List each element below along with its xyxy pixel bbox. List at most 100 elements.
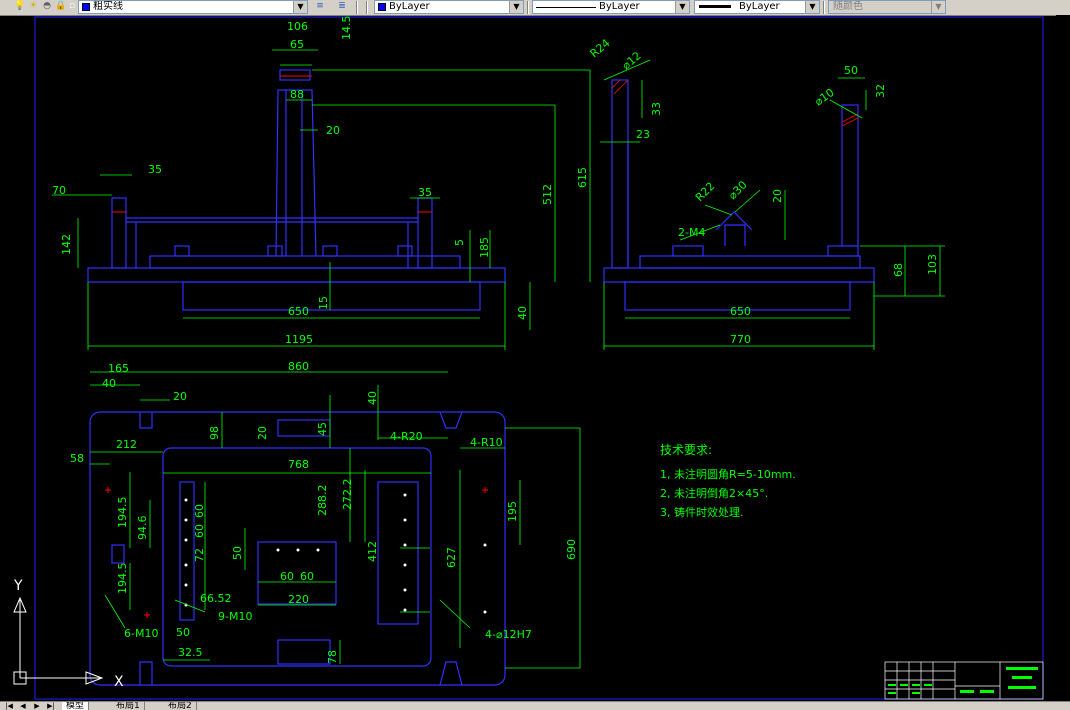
technical-requirements: 技术要求: 1, 未注明圆角R=5-10mm. 2, 未注明倒角2×45°. 3…: [660, 443, 796, 519]
dim-text: 4-R10: [470, 436, 503, 449]
toolbar-separator: [823, 1, 825, 14]
model-space-canvas[interactable]: 106 65 14.5 88 20 35 70 142 35 5 185 512…: [0, 15, 1070, 701]
lineweight-sample: [699, 5, 731, 8]
ucs-y-label: Y: [13, 578, 23, 594]
toolbar-separator: [356, 1, 358, 14]
plot-icon[interactable]: ▫: [67, 1, 77, 12]
layer-dropdown[interactable]: 粗实线 ▼: [78, 0, 308, 14]
dim-text: 40: [366, 391, 379, 405]
dim-text: 106: [287, 20, 308, 33]
linetype-control-dropdown[interactable]: ByLayer ▼: [532, 0, 690, 14]
dim-text: 72: [193, 548, 206, 562]
dim-text: 68: [892, 263, 905, 277]
dim-text: 9-M10: [218, 610, 252, 623]
dim-text: 40: [516, 306, 529, 320]
dim-text: 32.5: [178, 646, 203, 659]
dim-text: 20: [326, 124, 340, 137]
tech-requirements-title: 技术要求:: [660, 443, 712, 457]
front-view-section-lines: [112, 75, 432, 213]
dim-text: 14.5: [340, 16, 353, 41]
dim-text: 615: [576, 167, 589, 188]
dim-text: 165: [108, 362, 129, 375]
dim-text: 194.5: [116, 497, 129, 529]
toolbar-separator: [366, 1, 368, 14]
tech-requirement-item: 1, 未注明圆角R=5-10mm.: [660, 467, 796, 481]
dim-text: 60: [280, 570, 294, 583]
lock-icon[interactable]: 🔒: [55, 1, 66, 12]
dim-text: 2-M4: [678, 226, 705, 239]
dim-text: 20: [771, 189, 784, 203]
dim-text: 15: [317, 296, 330, 310]
dim-text: 94.6: [136, 516, 149, 541]
dim-text: 4-R20: [390, 430, 423, 443]
dim-text: 33: [650, 102, 663, 116]
make-current-layer-icon[interactable]: ≡: [312, 1, 328, 12]
freeze-sun-icon[interactable]: ☀: [28, 1, 38, 12]
dim-text: 60: [300, 570, 314, 583]
linetype-control-value: ByLayer: [599, 1, 640, 12]
layer-on-bulb-icon[interactable]: 💡: [14, 1, 25, 12]
plotstyle-control-dropdown[interactable]: 随颜色 ▼: [828, 0, 946, 14]
dim-text: 627: [445, 547, 458, 568]
dim-text: 512: [541, 184, 554, 205]
side-view-dimension-texts: R24 ⌀12 33 23 50 32 ⌀10 R22 ⌀30 20 2-M4 …: [588, 36, 939, 346]
properties-toolbar: 💡 ☀ ◓ 🔒 ▫ 粗实线 ▼ ≡ ≣ ByLayer ▼ ByLayer ▼ …: [0, 0, 1070, 16]
vertical-scrollbar[interactable]: [1056, 15, 1070, 701]
dim-text: 23: [636, 128, 650, 141]
dim-text: 50: [231, 546, 244, 560]
lineweight-dropdown-arrow-icon[interactable]: ▼: [805, 1, 819, 13]
dim-text: 78: [326, 650, 339, 664]
linetype-dropdown-arrow-icon[interactable]: ▼: [675, 1, 689, 13]
lineweight-control-value: ByLayer: [739, 1, 780, 12]
dim-text: 194.5: [116, 563, 129, 595]
dim-text: 288.2: [316, 485, 329, 517]
dim-text: ⌀30: [726, 178, 750, 202]
dim-text: 1195: [285, 333, 313, 346]
drawing-frame: [34, 16, 1044, 700]
dim-text: 650: [288, 305, 309, 318]
dim-text: ⌀10: [812, 86, 836, 108]
tech-requirement-item: 3, 铸件时效处理.: [660, 505, 744, 519]
dim-text: 103: [926, 254, 939, 275]
ucs-icon: [13, 596, 104, 685]
layer-previous-icon[interactable]: ≣: [334, 1, 350, 12]
dim-text: 5: [453, 239, 466, 246]
layer-name: 粗实线: [93, 1, 123, 12]
dim-text: 45: [316, 422, 329, 436]
dim-text: 50: [844, 64, 858, 77]
color-control-value: ByLayer: [389, 1, 430, 12]
dim-text: 142: [60, 234, 73, 255]
dim-text: 20: [256, 426, 269, 440]
dim-text: 35: [148, 163, 162, 176]
dim-text: 4-⌀12H7: [485, 628, 532, 641]
viewport-freeze-icon[interactable]: ◓: [42, 1, 52, 12]
lineweight-control-dropdown[interactable]: ByLayer ▼: [694, 0, 820, 14]
dim-text: ⌀12: [620, 49, 644, 72]
dim-text: 50: [176, 626, 190, 639]
dim-text: 65: [290, 38, 304, 51]
plotstyle-dropdown-arrow-icon: ▼: [931, 1, 945, 13]
dim-text: 185: [478, 237, 491, 258]
dim-text: 650: [730, 305, 751, 318]
layer-dropdown-arrow-icon[interactable]: ▼: [293, 1, 307, 13]
dim-text: 770: [730, 333, 751, 346]
dim-text: 66.52: [200, 592, 232, 605]
layer-color-swatch: [82, 3, 90, 11]
dim-text: 412: [366, 541, 379, 562]
color-dropdown-arrow-icon[interactable]: ▼: [509, 1, 523, 13]
top-view-dimension-texts: 165 860 40 20 40 212 98 20 45 4-R20 4-R1…: [70, 360, 578, 664]
dim-text: 195: [506, 501, 519, 522]
dim-text: 88: [290, 88, 304, 101]
dim-text: 272.2: [341, 479, 354, 511]
dim-text: 6-M10: [124, 627, 158, 640]
dim-text: 60: [193, 504, 206, 518]
dim-text: 98: [208, 426, 221, 440]
top-view: [89, 411, 506, 686]
toolbar-separator: [527, 1, 529, 14]
dim-text: 212: [116, 438, 137, 451]
color-control-dropdown[interactable]: ByLayer ▼: [374, 0, 524, 14]
ucs-x-label: X: [114, 674, 124, 690]
plotstyle-control-value: 随颜色: [833, 1, 863, 12]
dim-text: 35: [418, 186, 432, 199]
dim-text: R22: [693, 180, 717, 204]
